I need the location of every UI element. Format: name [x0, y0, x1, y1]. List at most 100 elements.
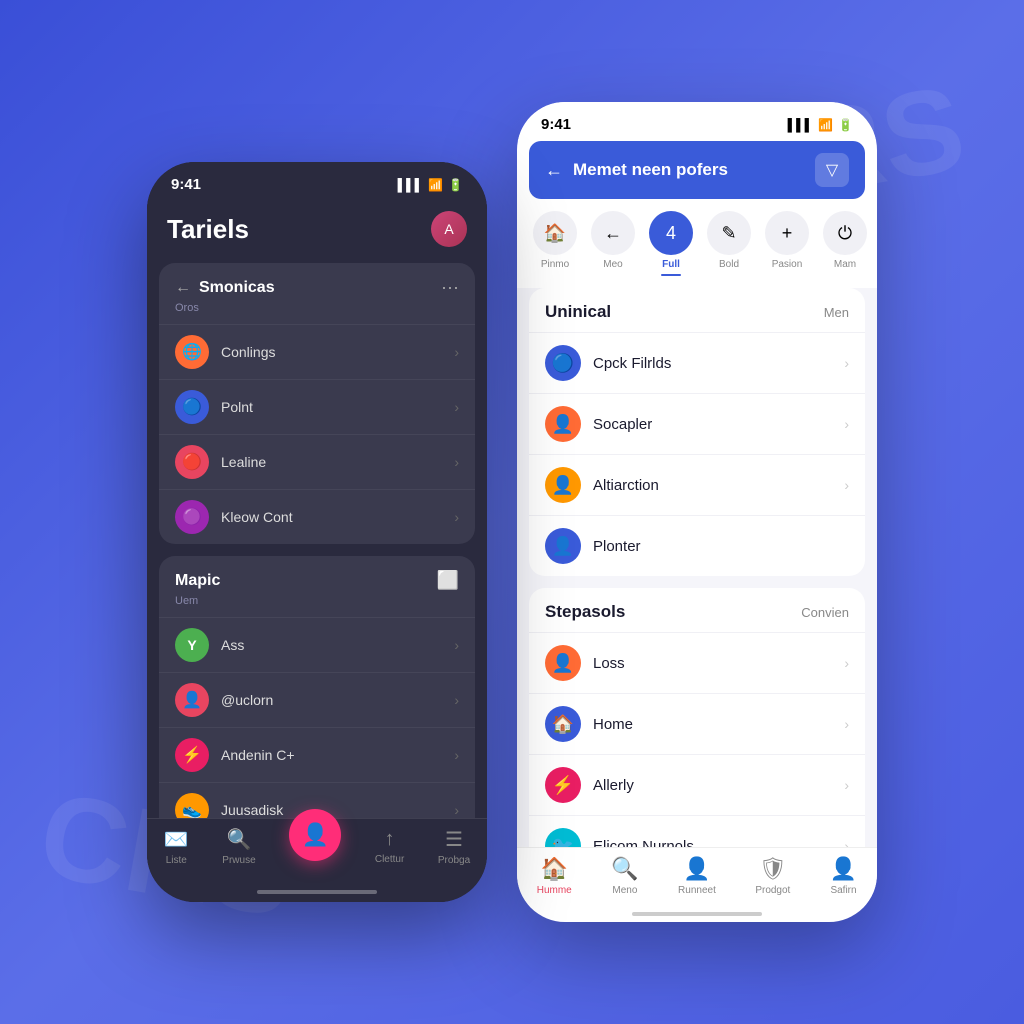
- right-header: ← Memet neen pofers ▽: [529, 141, 865, 199]
- tab-runneet[interactable]: 👤 Runneet: [678, 856, 716, 896]
- item-label: Socapler: [593, 416, 832, 433]
- list-item[interactable]: 🔵 Cpck Filrlds ›: [529, 332, 865, 393]
- section1-subtitle: Oros: [159, 302, 475, 324]
- tab-clettur[interactable]: ↑ Clettur: [375, 828, 404, 865]
- signal-icon: ▌▌▌: [788, 118, 814, 132]
- tab-clettur-label: Clettur: [375, 854, 404, 865]
- section2-subtitle: Uem: [159, 595, 475, 617]
- item-icon: 👤: [545, 467, 581, 503]
- chevron-right-icon: ›: [454, 637, 459, 653]
- list-item[interactable]: 👤 Socapler ›: [529, 393, 865, 454]
- left-time: 9:41: [171, 176, 201, 193]
- filter-button[interactable]: ▽: [815, 153, 849, 187]
- tab-safirn-label: Safirn: [830, 885, 856, 896]
- left-section-2: Mapic ⬜ Uem Y Ass › 👤 @uclorn ›: [159, 556, 475, 818]
- right-bottom-tabbar: 🏠 Humme 🔍 Meno 👤 Runneet 🛡 Prodgot 👤 Saf…: [517, 847, 877, 908]
- left-screen: 9:41 ▌▌▌ 📶 🔋 Tariels A ←: [147, 162, 487, 902]
- filter-tab-full[interactable]: 4 Full: [645, 211, 697, 276]
- item-icon: 🐦: [545, 828, 581, 847]
- list-item[interactable]: 👤 Plonter: [529, 515, 865, 576]
- tab-menu[interactable]: ☰ Probga: [438, 827, 470, 866]
- uninical-section: Uninical Men 🔵 Cpck Filrlds › 👤 Socapler…: [529, 288, 865, 576]
- right-status-icons: ▌▌▌ 📶 🔋: [788, 118, 853, 132]
- tab-search[interactable]: 🔍 Prwuse: [222, 827, 255, 866]
- tab-humme-label: Humme: [537, 885, 572, 896]
- mam-icon: ⏻: [823, 211, 867, 255]
- menu-icon: ☰: [445, 827, 463, 852]
- filter-tabs-row: 🏠 Pinmo ← Meo 4 Full ✎ Bold + Pasion ⏻: [517, 211, 877, 288]
- back-button[interactable]: ←: [545, 160, 563, 181]
- search-icon: 🔍: [227, 827, 252, 852]
- left-status-icons: ▌▌▌ 📶 🔋: [398, 178, 463, 192]
- list-item[interactable]: ⚡ Andenin C+ ›: [159, 727, 475, 782]
- more-icon[interactable]: ···: [441, 277, 459, 298]
- fab-add-button[interactable]: 👤: [289, 809, 341, 861]
- item-label: Loss: [593, 655, 832, 672]
- filter-tab-mam[interactable]: ⏻ Mam: [819, 211, 871, 276]
- chevron-right-icon: ›: [844, 838, 849, 847]
- filter-tab-bold[interactable]: ✎ Bold: [703, 211, 755, 276]
- home-indicator: [257, 890, 377, 894]
- avatar[interactable]: A: [431, 211, 467, 247]
- filter-tab-meo[interactable]: ← Meo: [587, 211, 639, 276]
- bold-label: Bold: [719, 259, 739, 270]
- item-label: Allerly: [593, 777, 832, 794]
- list-item[interactable]: 🏠 Home ›: [529, 693, 865, 754]
- item-icon: 🌐: [175, 335, 209, 369]
- filter-tab-pinmo[interactable]: 🏠 Pinmo: [529, 211, 581, 276]
- chevron-right-icon: ›: [844, 416, 849, 432]
- shield-tab-icon: 🛡: [759, 856, 787, 882]
- home-tab-icon: 🏠: [541, 856, 568, 882]
- list-item[interactable]: 🔴 Lealine ›: [159, 434, 475, 489]
- tab-humme[interactable]: 🏠 Humme: [537, 856, 572, 896]
- item-label: Ass: [221, 637, 442, 653]
- item-label: @uclorn: [221, 692, 442, 708]
- right-content: Uninical Men 🔵 Cpck Filrlds › 👤 Socapler…: [517, 288, 877, 847]
- chevron-right-icon: ›: [844, 477, 849, 493]
- left-header-title: Tariels: [167, 214, 249, 245]
- item-label: Elicom Nurnols: [593, 838, 832, 848]
- section1-header: ← Smonicas ···: [159, 263, 475, 302]
- full-icon: 4: [649, 211, 693, 255]
- uninical-action[interactable]: Men: [824, 305, 849, 320]
- mam-label: Mam: [834, 259, 856, 270]
- list-item[interactable]: ⚡ Allerly ›: [529, 754, 865, 815]
- list-item[interactable]: 🌐 Conlings ›: [159, 324, 475, 379]
- bold-icon: ✎: [707, 211, 751, 255]
- list-item[interactable]: Y Ass ›: [159, 617, 475, 672]
- list-item[interactable]: 🔵 Polnt ›: [159, 379, 475, 434]
- chevron-right-icon: ›: [454, 399, 459, 415]
- liste-icon: ✉️: [164, 827, 189, 852]
- list-item[interactable]: 👤 Loss ›: [529, 632, 865, 693]
- back-icon[interactable]: ←: [175, 279, 191, 297]
- item-label: Polnt: [221, 399, 442, 415]
- stepasols-action[interactable]: Convien: [801, 605, 849, 620]
- chevron-right-icon: ›: [454, 454, 459, 470]
- item-icon: 🔵: [545, 345, 581, 381]
- item-label: Andenin C+: [221, 747, 442, 763]
- left-phone: 9:41 ▌▌▌ 📶 🔋 Tariels A ←: [147, 162, 487, 902]
- tab-meno[interactable]: 🔍 Meno: [611, 856, 638, 896]
- signal-icon: ▌▌▌: [398, 178, 424, 192]
- item-label: Altiarction: [593, 477, 832, 494]
- stepasols-title: Stepasols: [545, 602, 625, 622]
- left-section-1: ← Smonicas ··· Oros 🌐 Conlings › 🔵 Polnt: [159, 263, 475, 544]
- list-item[interactable]: 👤 Altiarction ›: [529, 454, 865, 515]
- list-item[interactable]: 🐦 Elicom Nurnols ›: [529, 815, 865, 847]
- tab-liste[interactable]: ✉️ Liste: [164, 827, 189, 866]
- chevron-right-icon: ›: [454, 692, 459, 708]
- wifi-icon: 📶: [428, 178, 443, 192]
- phones-container: 9:41 ▌▌▌ 📶 🔋 Tariels A ←: [147, 102, 877, 922]
- section2-action-icon[interactable]: ⬜: [437, 570, 459, 591]
- item-icon: ⚡: [545, 767, 581, 803]
- tab-safirn[interactable]: 👤 Safirn: [830, 856, 857, 896]
- tab-prodgot[interactable]: 🛡 Prodgot: [755, 856, 790, 896]
- filter-tab-pasion[interactable]: + Pasion: [761, 211, 813, 276]
- clettur-icon: ↑: [385, 828, 395, 851]
- item-icon: 🟣: [175, 500, 209, 534]
- list-item[interactable]: 🟣 Kleow Cont ›: [159, 489, 475, 544]
- item-icon: 🔵: [175, 390, 209, 424]
- list-item[interactable]: 👤 @uclorn ›: [159, 672, 475, 727]
- item-icon: 🔴: [175, 445, 209, 479]
- chevron-right-icon: ›: [844, 777, 849, 793]
